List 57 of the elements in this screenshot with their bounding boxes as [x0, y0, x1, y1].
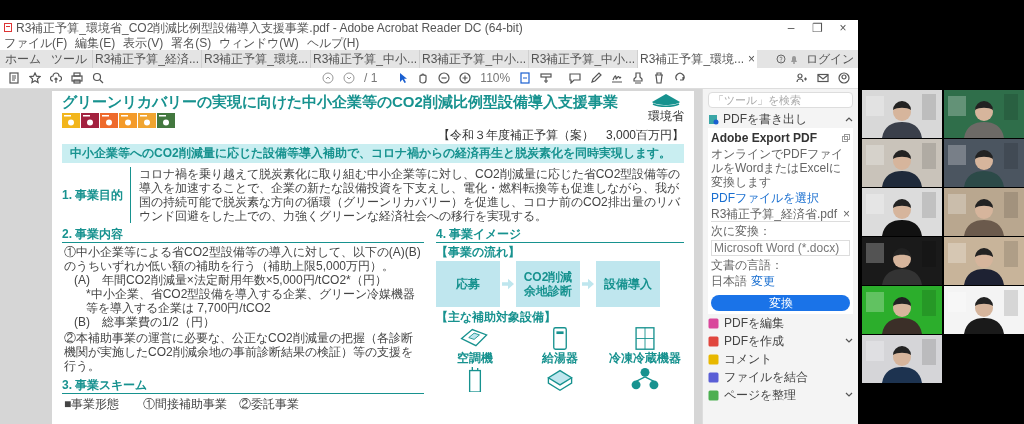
- subheading: 【事業の流れ】: [436, 245, 521, 259]
- convert-button[interactable]: 変換: [711, 295, 850, 311]
- page-number-field[interactable]: / 1: [364, 71, 378, 85]
- section-heading: 3. 事業スキーム: [62, 378, 424, 394]
- field-label: 次に変換：: [711, 224, 772, 238]
- field-label: 文書の言語：: [711, 258, 784, 272]
- select-file-link[interactable]: PDFファイルを選択: [711, 191, 850, 205]
- window-control[interactable]: –: [780, 20, 802, 35]
- purpose-text: コロナ禍を乗り越えて脱炭素化に取り組む中小企業等に対し、CO2削減量に応じた省CO2型設備等の導入を加速することで、企業の新たな設備投資を下支えし、電化・燃料転換等も促進しながら、我が国の持続可能で脱炭素な方向の循環（グリーンリカバリー）を促進し、コロナ前のCO2排出量のリバウンド回避をした上での、力強くグリーンな経済社会への移行を実現する。: [130, 167, 684, 223]
- document-tab[interactable]: R3補正予算_経済...: [92, 50, 201, 68]
- window-control[interactable]: ×: [832, 20, 854, 35]
- scheme-label: ■事業形態: [64, 397, 120, 411]
- equipment-label: 空調機: [456, 351, 493, 365]
- content-text: ②本補助事業の運営に必要な、公正なCO2削減量の把握（各診断機関が実施したCO2削減余地の事前診断結果の検証）等の支援を行う。: [63, 331, 414, 373]
- menu-item[interactable]: 表示(V): [123, 35, 164, 50]
- zoom-dropdown[interactable]: 110%: [480, 71, 511, 85]
- equipment-label: 給湯器: [542, 351, 578, 365]
- menu-item[interactable]: ウィンドウ(W): [219, 35, 299, 50]
- ministry-name: 環境省: [648, 109, 684, 123]
- tool-item[interactable]: コメント: [708, 350, 853, 368]
- tool-item[interactable]: PDFを作成: [708, 332, 853, 350]
- flow-step: 応募: [436, 261, 500, 307]
- description-text: オンラインでPDFファイルをWordまたはExcelに変換します: [711, 147, 844, 189]
- login-button[interactable]: ログイン: [802, 50, 858, 68]
- summary-banner: 中小企業等へのCO2削減量に応じた設備等導入補助で、コロナ禍からの経済再生と脱炭素化を同時実現します。: [62, 144, 684, 163]
- section-heading: 1. 事業目的: [62, 187, 125, 204]
- menu-item[interactable]: ファイル(F): [4, 35, 68, 50]
- tool-item[interactable]: ファイルを結合: [708, 368, 853, 386]
- scheme-text: ①間接補助事業 ②委託事業: [143, 397, 300, 411]
- window-control[interactable]: ❐: [806, 20, 828, 35]
- content-text: (B) 総事業費の1/2（円）: [73, 315, 216, 329]
- flow-step: 設備導入: [596, 261, 660, 307]
- remove-button[interactable]: ×: [843, 207, 850, 221]
- section-heading: 4. 事業イメージ: [436, 227, 684, 243]
- card-title: Adobe Export PDF: [711, 131, 817, 145]
- language-text: 日本語: [711, 274, 747, 288]
- tool-header[interactable]: PDFを書き出し: [708, 110, 853, 128]
- file-name: R3補正予算_経済省.pdf: [711, 207, 838, 221]
- window-title: R3補正予算_環境省_CO2削減比例型設備導入支援事業.pdf - Adobe Acrobat Reader DC (64-bit): [16, 20, 523, 35]
- subheading: 【主な補助対象設備】: [436, 310, 557, 324]
- format-dropdown[interactable]: Microsoft Word (*.docx): [711, 240, 850, 256]
- document-tab[interactable]: R3補正予算_環境... ×: [637, 50, 758, 68]
- menu-item[interactable]: 編集(E): [75, 35, 116, 50]
- document-title: グリーンリカバリーの実現に向けた中小企業等のCO2削減比例型設備導入支援事業: [62, 93, 618, 111]
- content-text: ①中小企業等による省CO2型設備等の導入に対して、以下の(A)(B)のうちいずれか低い額の補助を行う（補助上限5,000万円）。: [63, 245, 422, 273]
- tool-item[interactable]: PDFを編集: [708, 314, 853, 332]
- flow-step: CO2削減余地診断: [516, 261, 580, 307]
- equipment-label: 冷凍冷蔵機器: [609, 351, 682, 365]
- search-field[interactable]: 「ツール」を検索: [708, 92, 853, 108]
- section-heading: 2. 事業内容: [62, 227, 424, 243]
- menu-item[interactable]: ヘルプ(H): [306, 35, 360, 50]
- budget-text: 【令和３年度補正予算（案） 3,000百万円】: [437, 128, 684, 142]
- menu-item[interactable]: 署名(S): [171, 35, 212, 50]
- content-text: *中小企業、省CO2型設備を導入する企業、グリーン冷媒機器等を導入する企業は 7,700円/tCO2: [85, 287, 417, 315]
- tool-item[interactable]: ページを整理: [708, 386, 853, 404]
- change-link[interactable]: 変更: [751, 274, 775, 288]
- content-text: (A) 年間CO2削減量×法定耐用年数×5,000円/tCO2*（円）: [73, 273, 388, 287]
